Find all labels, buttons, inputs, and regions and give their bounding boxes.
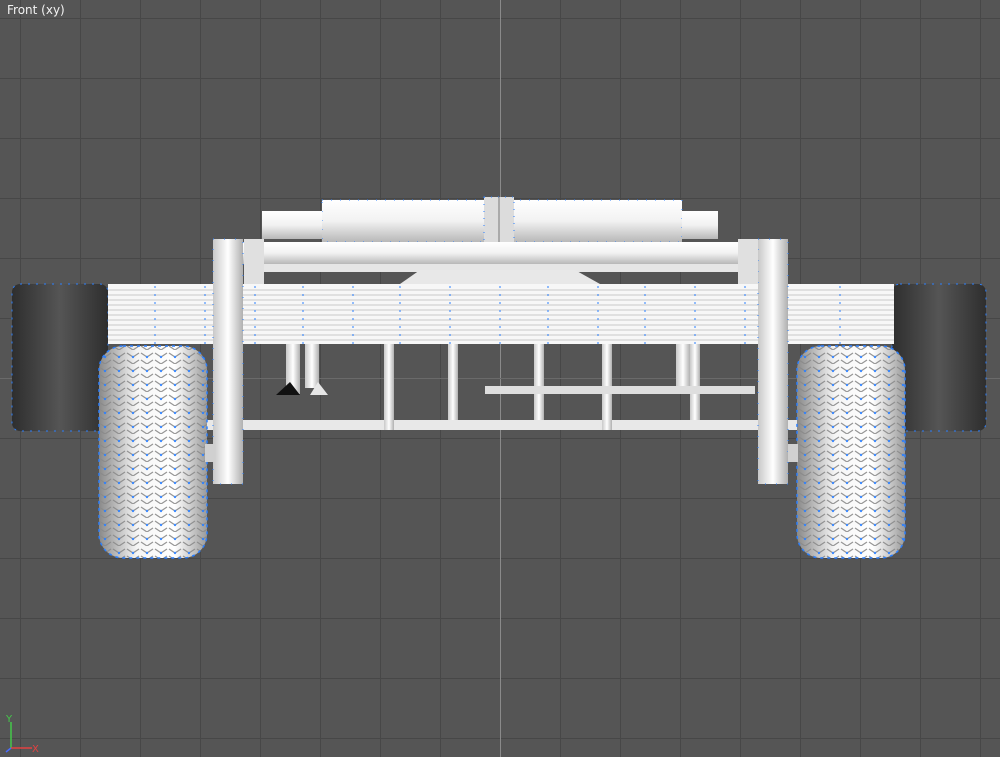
x-axis-label: X bbox=[32, 744, 39, 755]
z-axis-line bbox=[5, 747, 12, 753]
axis-gizmo: Y X bbox=[5, 714, 39, 755]
front-viewport[interactable]: Front (xy) Y X bbox=[0, 0, 1000, 757]
y-axis-label: Y bbox=[5, 714, 13, 725]
